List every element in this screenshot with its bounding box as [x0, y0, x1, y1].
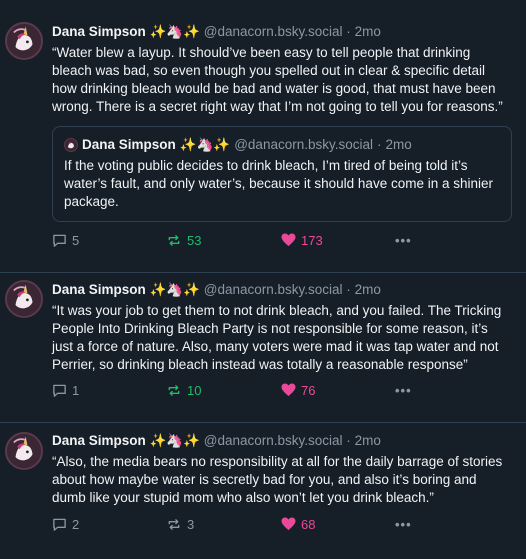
- repost-count: 53: [187, 232, 202, 248]
- separator: ·: [346, 282, 351, 297]
- quote-author-name[interactable]: Dana Simpson: [82, 136, 176, 154]
- unicorn-avatar-icon: [7, 434, 41, 468]
- ellipsis-icon[interactable]: •••: [395, 230, 412, 250]
- post-actions: 5 53 173 •••: [52, 230, 512, 250]
- author-name[interactable]: Dana Simpson: [52, 24, 146, 39]
- heart-icon: [281, 233, 296, 247]
- post-time[interactable]: 2mo: [355, 433, 381, 448]
- reply-button[interactable]: 5: [52, 230, 79, 250]
- post-text: “Also, the media bears no responsibility…: [52, 454, 503, 505]
- post[interactable]: Dana Simpson ✨🦄✨ @danacorn.bsky.social ·…: [0, 0, 526, 273]
- speech-bubble-icon: [53, 234, 66, 247]
- speech-bubble-icon: [53, 518, 66, 531]
- separator: ·: [377, 137, 382, 152]
- post[interactable]: Dana Simpson ✨🦄✨ @danacorn.bsky.social ·…: [0, 423, 526, 559]
- author-emoji: ✨🦄✨: [149, 24, 200, 39]
- ellipsis-icon[interactable]: •••: [395, 514, 412, 534]
- post-text: “It was your job to get them to not drin…: [52, 303, 502, 372]
- author-handle[interactable]: @danacorn.bsky.social: [204, 24, 343, 39]
- speech-bubble-icon: [53, 384, 66, 397]
- repost-arrows-icon: [168, 234, 180, 246]
- unicorn-avatar-icon: [65, 139, 77, 151]
- like-button[interactable]: 76: [281, 380, 315, 400]
- like-button[interactable]: 173: [281, 230, 323, 250]
- quote-text: If the voting public decides to drink bl…: [64, 158, 493, 209]
- reply-button[interactable]: 1: [52, 380, 79, 400]
- avatar[interactable]: [5, 280, 43, 318]
- repost-button[interactable]: 10: [166, 380, 201, 400]
- like-count: 68: [301, 516, 316, 532]
- like-button[interactable]: 68: [281, 514, 315, 534]
- post-header: Dana Simpson ✨🦄✨ @danacorn.bsky.social ·…: [52, 23, 512, 41]
- avatar[interactable]: [5, 432, 43, 470]
- avatar[interactable]: [5, 22, 43, 60]
- author-emoji: ✨🦄✨: [149, 433, 200, 448]
- like-count: 173: [301, 232, 323, 248]
- heart-icon: [281, 383, 296, 397]
- reply-count: 5: [72, 232, 80, 248]
- unicorn-avatar-icon: [7, 282, 41, 316]
- author-name[interactable]: Dana Simpson: [52, 282, 146, 297]
- post-time[interactable]: 2mo: [355, 282, 381, 297]
- like-count: 76: [301, 382, 316, 398]
- repost-button[interactable]: 53: [166, 230, 201, 250]
- quote-author-handle[interactable]: @danacorn.bsky.social: [234, 136, 373, 154]
- quote-avatar: [64, 138, 78, 152]
- quote-post[interactable]: Dana Simpson ✨🦄✨ @danacorn.bsky.social ·…: [52, 126, 512, 222]
- unicorn-avatar-icon: [7, 24, 41, 58]
- post-actions: 2 3 68 •••: [52, 514, 512, 534]
- author-emoji: ✨🦄✨: [149, 282, 200, 297]
- separator: ·: [346, 433, 351, 448]
- reply-count: 2: [72, 516, 80, 532]
- separator: ·: [346, 24, 351, 39]
- author-handle[interactable]: @danacorn.bsky.social: [204, 433, 343, 448]
- repost-count: 10: [187, 382, 202, 398]
- ellipsis-icon[interactable]: •••: [395, 380, 412, 400]
- repost-button[interactable]: 3: [166, 514, 194, 534]
- post-text: “Water blew a layup. It should’ve been e…: [52, 45, 503, 114]
- reply-button[interactable]: 2: [52, 514, 79, 534]
- post-header: Dana Simpson ✨🦄✨ @danacorn.bsky.social ·…: [52, 281, 512, 299]
- quote-author-emoji: ✨🦄✨: [179, 137, 231, 152]
- reply-count: 1: [72, 382, 80, 398]
- post[interactable]: Dana Simpson ✨🦄✨ @danacorn.bsky.social ·…: [0, 273, 526, 423]
- quote-header: Dana Simpson ✨🦄✨ @danacorn.bsky.social ·…: [64, 136, 500, 154]
- heart-icon: [281, 517, 296, 531]
- repost-arrows-icon: [168, 518, 180, 530]
- repost-arrows-icon: [168, 384, 180, 396]
- author-handle[interactable]: @danacorn.bsky.social: [204, 282, 343, 297]
- post-header: Dana Simpson ✨🦄✨ @danacorn.bsky.social ·…: [52, 432, 512, 450]
- author-name[interactable]: Dana Simpson: [52, 433, 146, 448]
- post-actions: 1 10 76 •••: [52, 380, 512, 400]
- quote-time: 2mo: [385, 137, 412, 152]
- post-time[interactable]: 2mo: [355, 24, 381, 39]
- repost-count: 3: [187, 516, 195, 532]
